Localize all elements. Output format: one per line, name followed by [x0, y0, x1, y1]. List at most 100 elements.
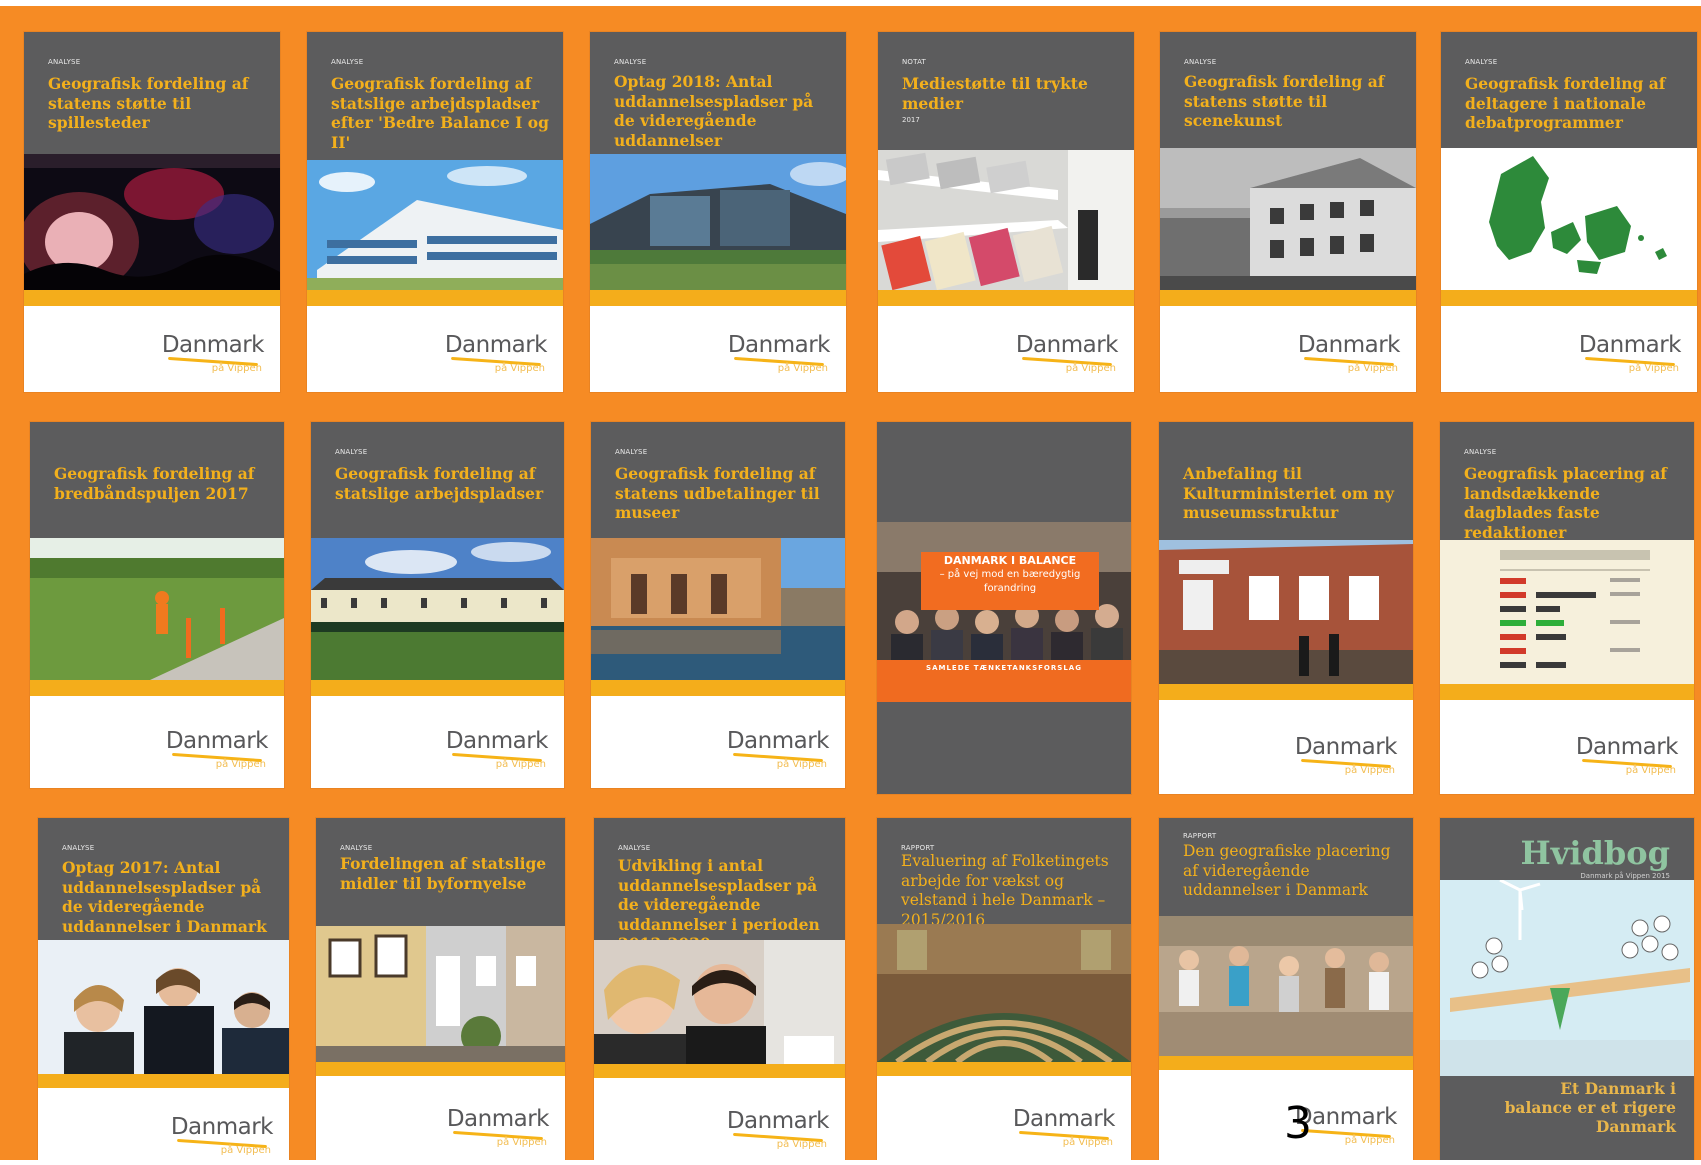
event-subtitle: – på vej mod en bæredygtig forandring [939, 569, 1081, 594]
danmark-pa-vippen-logo: Danmark på Vippen [444, 726, 549, 774]
cover-tag: ANALYSE [48, 58, 81, 66]
logo-word: Danmark [444, 332, 548, 358]
page-number: 3 [1284, 1098, 1312, 1149]
report-cover[interactable]: ANALYSE Geografisk fordeling af deltager… [1441, 32, 1697, 392]
cover-header: Geografisk fordeling af bredbåndspuljen … [30, 422, 284, 538]
cover-band [30, 680, 284, 696]
cover-tag: ANALYSE [335, 448, 368, 456]
cover-tag: ANALYSE [1184, 58, 1217, 66]
cover-header: Anbefaling til Kulturministeriet om ny m… [1159, 422, 1413, 540]
cover-tag: ANALYSE [618, 844, 651, 852]
cover-footer: Danmark på Vippen [1440, 700, 1694, 794]
cover-tag: RAPPORT [1183, 832, 1217, 840]
cover-tag: ANALYSE [615, 448, 648, 456]
cover-title: Geografisk fordeling af statslige arbejd… [335, 464, 544, 503]
cover-subtitle: 2017 [902, 116, 920, 124]
logo-subtext: på Vippen [1344, 765, 1395, 776]
logo-subtext: på Vippen [777, 363, 828, 374]
logo-word: Danmark [726, 728, 830, 754]
cover-tag: ANALYSE [1464, 448, 1497, 456]
cover-band [1160, 290, 1416, 306]
cover-header: ANALYSE Geografisk fordeling af statens … [1160, 32, 1416, 148]
cover-header: ANALYSE Geografisk fordeling af statens … [24, 32, 280, 154]
report-cover[interactable]: ANALYSE Optag 2017: Antal uddannelsespla… [38, 818, 289, 1162]
danmark-pa-vippen-logo: Danmark på Vippen [443, 330, 548, 378]
logo-subtext: på Vippen [220, 1145, 271, 1156]
denmark-map-image [1441, 148, 1697, 290]
broadband-digging-photo [30, 538, 284, 680]
cover-footer: Danmark på Vippen [38, 1088, 289, 1162]
logo-subtext: på Vippen [496, 1137, 547, 1148]
report-cover[interactable]: ANALYSE Geografisk fordeling af statens … [591, 422, 845, 788]
danmark-pa-vippen-logo: Danmark på Vippen [725, 1106, 830, 1154]
table-graphic [1440, 540, 1694, 684]
cover-title: Hvidbog [1520, 834, 1670, 872]
cover-footer: Danmark på Vippen [877, 1076, 1131, 1162]
cover-collage: ANALYSE Geografisk fordeling af statens … [0, 0, 1701, 1165]
logo-word: Danmark [165, 728, 269, 754]
cover-footer: Danmark på Vippen [307, 306, 563, 392]
logo-word: Danmark [161, 332, 265, 358]
cover-footer: Danmark på Vippen [316, 1076, 565, 1162]
report-cover[interactable]: NOTAT Mediestøtte til trykte medier 2017 [878, 32, 1134, 392]
logo-word: Danmark [1015, 332, 1119, 358]
cover-band [594, 1064, 845, 1078]
cover-title: Optag 2017: Antal uddannelsespladser på … [62, 858, 267, 936]
danmark-pa-vippen-logo: Danmark på Vippen [1011, 1104, 1116, 1152]
logo-subtext: på Vippen [1625, 765, 1676, 776]
cover-footer: Danmark på Vippen [311, 696, 564, 788]
cover-band [307, 290, 563, 306]
cover-header: RAPPORT Den geografiske placering af vid… [1159, 818, 1413, 916]
cover-footer: Danmark på Vippen [878, 306, 1134, 392]
cover-title: Geografisk placering af landsdækkende da… [1464, 464, 1667, 542]
logo-word: Danmark [726, 1108, 830, 1134]
cover-footer: Danmark på Vippen [1160, 306, 1416, 392]
report-cover[interactable]: ANALYSE Fordelingen af statslige midler … [316, 818, 565, 1162]
cover-band [1159, 1056, 1413, 1070]
logo-subtext: på Vippen [495, 759, 546, 770]
report-cover[interactable]: ANALYSE Optag 2018: Antal uddannelsespla… [590, 32, 846, 392]
cover-header: ANALYSE Udvikling i antal uddannelsespla… [594, 818, 845, 953]
cover-subtitle: Danmark på Vippen 2015 [1580, 872, 1670, 880]
cover-title: Den geografiske placering af videregåend… [1183, 842, 1391, 899]
report-cover[interactable]: Anbefaling til Kulturministeriet om ny m… [1159, 422, 1413, 794]
report-cover[interactable]: ANALYSE Geografisk fordeling af statslig… [307, 32, 563, 392]
cover-title: Evaluering af Folketingets arbejde for v… [901, 852, 1109, 929]
danmark-pa-vippen-logo: Danmark på Vippen [1577, 330, 1682, 378]
cover-header: RAPPORT Evaluering af Folketingets arbej… [877, 818, 1131, 929]
report-cover[interactable]: Hvidbog Danmark på Vippen 2015 Et Danmar… [1440, 818, 1694, 1162]
report-cover[interactable]: ANALYSE Geografisk fordeling af statens … [24, 32, 280, 392]
running-crowd-photo [1159, 916, 1413, 1056]
cover-header: ANALYSE Geografisk placering af landsdæk… [1440, 422, 1694, 542]
report-cover[interactable]: DANMARK I BALANCE – på vej mod en bæredy… [877, 422, 1131, 794]
cover-title: Udvikling i antal uddannelsespladser på … [618, 856, 820, 953]
cover-tagline: Et Danmark i balance er et rigere Danmar… [1504, 1079, 1676, 1136]
office-building-photo [307, 160, 563, 290]
cover-tag: ANALYSE [1465, 58, 1498, 66]
cover-header: ANALYSE Fordelingen af statslige midler … [316, 818, 565, 926]
cover-footer: Danmark på Vippen [24, 306, 280, 392]
event-banner: SAMLEDE TÆNKETANKSFORSLAG [877, 660, 1131, 702]
concert-photo [24, 154, 280, 290]
logo-word: Danmark [1012, 1106, 1116, 1132]
danmark-pa-vippen-logo: Danmark på Vippen [1014, 330, 1119, 378]
university-building-photo [590, 154, 846, 290]
report-cover[interactable]: ANALYSE Geografisk fordeling af statslig… [311, 422, 564, 788]
cover-title: Anbefaling til Kulturministeriet om ny m… [1183, 464, 1394, 522]
conference-photo: DANMARK I BALANCE – på vej mod en bæredy… [877, 522, 1131, 702]
cover-band [24, 290, 280, 306]
report-cover[interactable]: ANALYSE Geografisk placering af landsdæk… [1440, 422, 1694, 794]
report-cover[interactable]: ANALYSE Udvikling i antal uddannelsespla… [594, 818, 845, 1162]
cover-band [590, 290, 846, 306]
event-banner-text: SAMLEDE TÆNKETANKSFORSLAG [926, 664, 1082, 672]
cover-footer: Danmark på Vippen [594, 1078, 845, 1162]
cover-tag: ANALYSE [331, 58, 364, 66]
old-houses-photo [316, 926, 565, 1062]
report-cover[interactable]: Geografisk fordeling af bredbåndspuljen … [30, 422, 284, 788]
report-cover[interactable]: ANALYSE Geografisk fordeling af statens … [1160, 32, 1416, 392]
two-students-photo [594, 940, 845, 1064]
danmark-pa-vippen-logo: Danmark på Vippen [726, 330, 831, 378]
cover-tag: NOTAT [902, 58, 926, 66]
report-cover[interactable]: RAPPORT Evaluering af Folketingets arbej… [877, 818, 1131, 1162]
logo-subtext: på Vippen [1347, 363, 1398, 374]
